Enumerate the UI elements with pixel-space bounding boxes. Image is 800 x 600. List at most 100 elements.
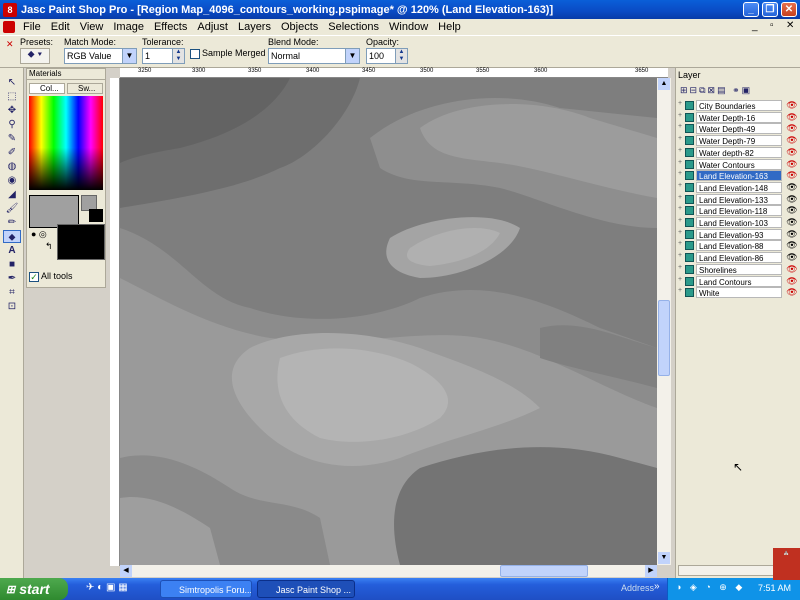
taskbar-item-simtropolis[interactable]: Simtropolis Foru...	[160, 580, 252, 598]
duplicate-layer-icon[interactable]: ⧉	[699, 85, 707, 95]
layer-row[interactable]: + Land Elevation-118 👁	[676, 205, 800, 217]
layer-row[interactable]: + Water Contours 👁	[676, 158, 800, 171]
layer-row[interactable]: + Water Depth-79 👁	[676, 135, 800, 147]
visibility-eye-icon[interactable]: 👁	[785, 194, 799, 205]
menu-selections[interactable]: Selections	[323, 21, 384, 33]
expand-layer-icon[interactable]: +	[678, 182, 682, 189]
menu-adjust[interactable]: Adjust	[192, 21, 233, 33]
retouch-tool-icon[interactable]: ◍	[3, 160, 21, 173]
layer-row[interactable]: + City Boundaries 👁	[676, 100, 800, 112]
menu-window[interactable]: Window	[384, 21, 433, 33]
brush-tool-icon[interactable]: 🖌	[3, 202, 21, 215]
background-small-swatch[interactable]	[89, 209, 103, 222]
selection-tool-icon[interactable]: ⬚	[3, 90, 21, 103]
match-mode-select[interactable]: RGB Value ▼	[64, 48, 137, 64]
layer-row[interactable]: + Land Elevation-88 👁	[676, 240, 800, 252]
taskbar-item-paint-shop[interactable]: Jasc Paint Shop ...	[257, 580, 355, 598]
visibility-eye-icon[interactable]: 👁	[785, 264, 799, 275]
pen-tool-icon[interactable]: ✒	[3, 272, 21, 285]
layer-name[interactable]: Water Depth-16	[696, 111, 782, 123]
presets-button[interactable]: ⬥ ▾	[20, 48, 50, 64]
visibility-eye-icon[interactable]: 👁	[785, 135, 799, 146]
tab-colors[interactable]: Col...	[29, 83, 65, 94]
layer-row[interactable]: + Shorelines 👁	[676, 263, 800, 276]
airbrush-tool-icon[interactable]: ◉	[3, 174, 21, 187]
link-layer-icon[interactable]: ⚭	[732, 85, 742, 95]
tolerance-input[interactable]: 1 ▲ ▼	[142, 48, 185, 64]
layer-row[interactable]: + Land Elevation-148 👁	[676, 181, 800, 194]
paint-tool-icon[interactable]: ✏	[3, 216, 21, 229]
visibility-eye-icon[interactable]: 👁	[785, 112, 799, 123]
expand-layer-icon[interactable]: +	[678, 240, 682, 247]
layer-name[interactable]: Land Elevation-88	[696, 240, 782, 252]
pointer-tool-icon[interactable]: ↖	[3, 76, 21, 89]
layer-row[interactable]: + Land Elevation-163 👁	[676, 170, 800, 182]
doc-restore-button[interactable]: ▫	[770, 20, 774, 31]
opacity-spinner[interactable]: ▲ ▼	[395, 49, 407, 63]
delete-layer-icon[interactable]: ⊠	[708, 85, 718, 95]
new-raster-layer-icon[interactable]: ⊞	[680, 85, 690, 95]
shape-tool-icon[interactable]: ■	[3, 258, 21, 271]
maximize-button[interactable]: ❐	[762, 2, 778, 17]
visibility-eye-icon[interactable]: 👁	[785, 229, 799, 240]
layer-name[interactable]: City Boundaries	[696, 100, 782, 111]
menu-help[interactable]: Help	[433, 21, 466, 33]
layer-row[interactable]: + Water Depth-16 👁	[676, 111, 800, 124]
layer-row[interactable]: + Water depth-82 👁	[676, 146, 800, 159]
move-tool-icon[interactable]: ✥	[3, 104, 21, 117]
expand-layer-icon[interactable]: +	[678, 123, 682, 130]
expand-layer-icon[interactable]: +	[678, 287, 682, 294]
text-tool-icon[interactable]: A	[3, 244, 21, 257]
visibility-eye-icon[interactable]: 👁	[785, 159, 799, 170]
tray-icons[interactable]: ◑ ◈ ◔ ⊕ ◆	[676, 582, 745, 593]
document-icon[interactable]	[3, 21, 15, 33]
menu-effects[interactable]: Effects	[149, 21, 192, 33]
layer-row[interactable]: + Water Depth-49 👁	[676, 123, 800, 135]
layer-name[interactable]: Water Depth-79	[696, 135, 782, 147]
quicklaunch-icon[interactable]: ✈ ◐ ▣ ▦	[86, 582, 128, 593]
merge-layer-icon[interactable]: ▣	[742, 85, 753, 95]
close-button[interactable]: ✕	[781, 2, 797, 17]
sample-merged-checkbox[interactable]	[190, 49, 200, 59]
layer-name[interactable]: White	[696, 287, 782, 299]
scroll-up-button[interactable]: ▲	[658, 78, 670, 90]
swap-arrow-icon[interactable]: ↰	[45, 241, 53, 252]
tab-swatches[interactable]: Sw...	[67, 83, 103, 94]
layer-row[interactable]: + Land Elevation-93 👁	[676, 228, 800, 241]
contour-map[interactable]	[120, 78, 657, 565]
background-swatch[interactable]	[57, 224, 105, 260]
layer-name[interactable]: Land Elevation-148	[696, 181, 782, 193]
expand-layer-icon[interactable]: +	[678, 147, 682, 154]
chevron-down-icon[interactable]: ▼	[122, 49, 136, 63]
layer-name[interactable]: Land Elevation-118	[696, 205, 782, 217]
dropper-tool-icon[interactable]: ⚲	[3, 118, 21, 131]
visibility-eye-icon[interactable]: 👁	[785, 287, 799, 298]
vertical-scrollbar[interactable]: ▲ ▼	[657, 78, 671, 565]
visibility-eye-icon[interactable]: 👁	[785, 182, 799, 193]
visibility-eye-icon[interactable]: 👁	[785, 100, 799, 111]
opacity-input[interactable]: 100 ▲ ▼	[366, 48, 408, 64]
layer-row[interactable]: + White 👁	[676, 287, 800, 299]
layer-hscrollbar[interactable]	[678, 565, 786, 576]
scroll-right-button[interactable]: ▶	[645, 565, 657, 577]
doc-minimize-button[interactable]: _	[752, 21, 758, 32]
image-canvas[interactable]	[120, 78, 657, 565]
new-vector-layer-icon[interactable]: ⊟	[690, 85, 700, 95]
doc-close-button[interactable]: ✕	[786, 20, 794, 31]
expand-layer-icon[interactable]: +	[678, 276, 682, 283]
expand-layer-icon[interactable]: +	[678, 194, 682, 201]
crop-tool-icon[interactable]: ⊡	[3, 300, 21, 313]
visibility-eye-icon[interactable]: 👁	[785, 276, 799, 287]
layer-name[interactable]: Water Contours	[696, 158, 782, 170]
layer-name[interactable]: Land Elevation-93	[696, 228, 782, 240]
address-go-icon[interactable]: »	[654, 581, 660, 592]
paint-shop-pro-icon[interactable]: 8	[3, 2, 17, 17]
visibility-eye-icon[interactable]: 👁	[785, 252, 799, 263]
tolerance-spinner[interactable]: ▲ ▼	[172, 49, 184, 63]
chevron-down-icon[interactable]: ▼	[345, 49, 359, 63]
vertical-scroll-thumb[interactable]	[658, 300, 670, 376]
visibility-eye-icon[interactable]: 👁	[785, 217, 799, 228]
start-button[interactable]: ⊞ start	[0, 578, 68, 600]
layer-name[interactable]: Land Elevation-86	[696, 252, 782, 264]
expand-layer-icon[interactable]: +	[678, 252, 682, 259]
